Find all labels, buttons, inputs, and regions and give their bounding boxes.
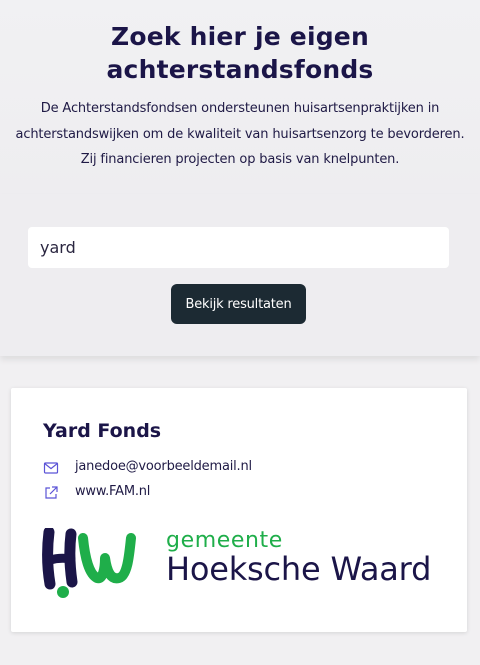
website-link[interactable]: www.FAM.nl [75,484,150,499]
page-title-text: Zoek hier je eigen achterstandsfonds [106,22,374,84]
website-row: www.FAM.nl [43,483,150,503]
email-row: janedoe@voorbeeldemail.nl [43,458,252,478]
email-link[interactable]: janedoe@voorbeeldemail.nl [75,459,252,474]
logo-text-hoeksche-waard: Hoeksche Waard [166,550,432,588]
description-line-1: De Achterstandsfondsen ondersteunen huis… [40,101,440,116]
view-results-button[interactable]: Bekijk resultaten [171,284,306,324]
external-link-icon [43,485,59,501]
result-card: Yard Fonds janedoe@voorbeeldemail.nl www… [11,388,467,632]
page-description: De Achterstandsfondsen ondersteunen huis… [0,96,480,173]
search-input[interactable] [28,227,449,268]
mail-icon [43,460,59,476]
page-title: Zoek hier je eigen achterstandsfonds [0,20,480,86]
page-bottom [0,648,480,665]
result-card-title: Yard Fonds [43,420,162,442]
hero-section: Zoek hier je eigen achterstandsfonds De … [0,0,480,194]
hw-logo-mark-icon [42,528,136,598]
description-line-2: achterstandswijken om de kwaliteit van h… [15,126,465,142]
description-line-3: Zij financieren projecten op basis van k… [80,152,400,167]
hoeksche-waard-logo: gemeente Hoeksche Waard [41,528,441,608]
search-panel: Bekijk resultaten [0,194,480,356]
